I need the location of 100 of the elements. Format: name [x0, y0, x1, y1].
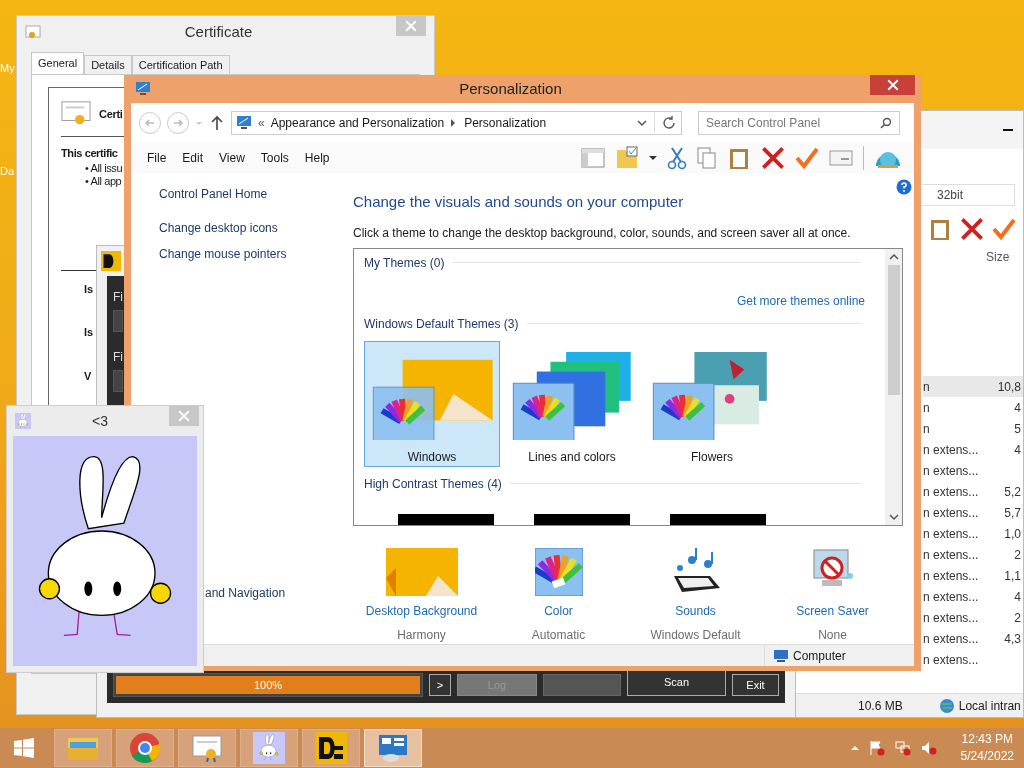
scrollbar[interactable] [885, 248, 902, 525]
flag-alert-icon[interactable] [868, 740, 885, 756]
side-link[interactable]: Change mouse pointers [159, 245, 353, 263]
menu-item[interactable]: Tools [252, 149, 297, 167]
network-alert-icon[interactable] [894, 740, 911, 756]
file-row[interactable]: n 4 [923, 397, 1023, 418]
status-text: 10.6 MB [858, 697, 903, 715]
menu-item[interactable]: Edit [174, 149, 212, 167]
monitor-icon [135, 81, 151, 97]
checkmark-icon[interactable] [795, 146, 819, 170]
file-type: n extens... [923, 483, 980, 501]
scissors-icon[interactable] [667, 146, 687, 170]
file-row[interactable]: n extens... 1,1 [923, 565, 1023, 586]
refresh-icon[interactable] [661, 115, 677, 131]
file-row[interactable]: n extens... [923, 460, 1023, 481]
side-link[interactable]: and Navigation [205, 584, 286, 602]
app-logo-icon [101, 251, 121, 271]
file-row[interactable]: n 10,8 [923, 376, 1023, 397]
certificate-intro: This certific [61, 146, 118, 161]
setting-value: None [818, 626, 847, 644]
checkmark-icon [992, 217, 1016, 241]
file-type: n extens... [923, 630, 980, 648]
copy-icon[interactable] [697, 146, 717, 170]
file-type: n extens... [923, 504, 980, 522]
menu-item[interactable]: Help [296, 149, 338, 167]
file-row[interactable]: n extens... [923, 649, 1023, 670]
up-arrow-icon[interactable] [209, 115, 225, 131]
search-field[interactable]: Search Control Panel [698, 111, 900, 135]
more-themes-link[interactable]: Get more themes online [736, 291, 865, 310]
delete-icon [960, 217, 984, 241]
file-type: n extens... [923, 609, 980, 627]
certificate-heading: Certi [99, 106, 123, 122]
scroll-thumb[interactable] [887, 264, 900, 395]
file-row[interactable]: n extens... 5,2 [923, 481, 1023, 502]
file-row[interactable]: n extens... 2 [923, 607, 1023, 628]
file-type: n [923, 399, 931, 417]
windows-logo-icon [14, 738, 34, 758]
file-row[interactable]: n 5 [923, 418, 1023, 439]
setting-value: Windows Default [650, 626, 741, 644]
properties-icon[interactable] [829, 148, 853, 168]
setting-link[interactable]: Color [544, 601, 573, 620]
taskbar-app[interactable] [364, 729, 422, 767]
breadcrumb-overflow[interactable]: « [258, 114, 265, 132]
breadcrumb-item[interactable]: Appearance and Personalization [270, 114, 445, 132]
taskbar-app[interactable] [302, 729, 360, 767]
monitor-icon [236, 115, 252, 131]
side-link[interactable]: Change desktop icons [159, 219, 353, 237]
layout-icon[interactable] [581, 146, 605, 170]
file-row[interactable]: n extens... 1,0 [923, 523, 1023, 544]
file-type: n extens... [923, 588, 980, 606]
input-field[interactable] [113, 370, 123, 392]
file-size: 5,2 [1004, 483, 1022, 501]
theme-item[interactable]: Lines and colors [504, 340, 640, 467]
file-size: 2 [1014, 546, 1022, 564]
search-icon [880, 117, 892, 129]
speaker-muted-icon[interactable] [920, 740, 937, 756]
window-title: <3 [91, 411, 109, 431]
app-button[interactable]: > [429, 674, 451, 696]
section-title: High Contrast Themes (4) [364, 475, 502, 493]
theme-item[interactable]: Windows [364, 340, 500, 467]
file-row[interactable]: n extens... 5,7 [923, 502, 1023, 523]
tab[interactable]: Certification Path [131, 55, 230, 74]
zone-text: Local intran [958, 697, 1021, 715]
tab[interactable]: General [31, 52, 85, 74]
input-field[interactable] [113, 310, 123, 332]
window-title: Personalization [458, 78, 563, 99]
app-button[interactable]: Exit [732, 674, 779, 696]
section-title: Windows Default Themes (3) [364, 315, 519, 333]
theme-name: Windows [407, 448, 457, 466]
computer-icon [773, 647, 789, 664]
setting-link[interactable]: Desktop Background [365, 601, 478, 620]
file-row[interactable]: n extens... 4 [923, 439, 1023, 460]
tray-expand-icon[interactable] [850, 744, 859, 752]
theme-item[interactable]: Flowers [644, 340, 780, 467]
file-type: n extens... [923, 462, 980, 480]
breadcrumb-item[interactable]: Personalization [464, 114, 547, 132]
clipboard-icon[interactable] [727, 146, 751, 170]
address-bar[interactable]: « Appearance and Personalization Personalization [231, 111, 682, 135]
wallpaper-icon [385, 547, 458, 596]
menu-item[interactable]: File [139, 149, 175, 167]
field-label: Fi [113, 349, 123, 366]
setting-value: Harmony [397, 626, 446, 644]
file-row[interactable]: n extens... 2 [923, 544, 1023, 565]
close-button[interactable] [870, 75, 915, 95]
column-header[interactable]: Size [986, 248, 1010, 266]
dropdown-caret-icon[interactable] [649, 154, 657, 162]
file-size: 2 [1014, 609, 1022, 627]
menu-item[interactable]: View [211, 149, 253, 167]
tab[interactable]: Details [84, 55, 132, 74]
file-row[interactable]: n extens... 4,3 [923, 628, 1023, 649]
close-icon [405, 20, 417, 32]
setting-link[interactable]: Screen Saver [796, 601, 869, 620]
file-size: 5 [1014, 420, 1022, 438]
search-input[interactable]: Search Control Panel [706, 114, 880, 132]
setting-value: Automatic [531, 626, 586, 644]
file-type: n extens... [923, 567, 980, 585]
chevron-right-icon [450, 119, 457, 127]
side-link[interactable]: Control Panel Home [159, 185, 353, 203]
setting-link[interactable]: Sounds [675, 601, 716, 620]
file-row[interactable]: n extens... 4 [923, 586, 1023, 607]
